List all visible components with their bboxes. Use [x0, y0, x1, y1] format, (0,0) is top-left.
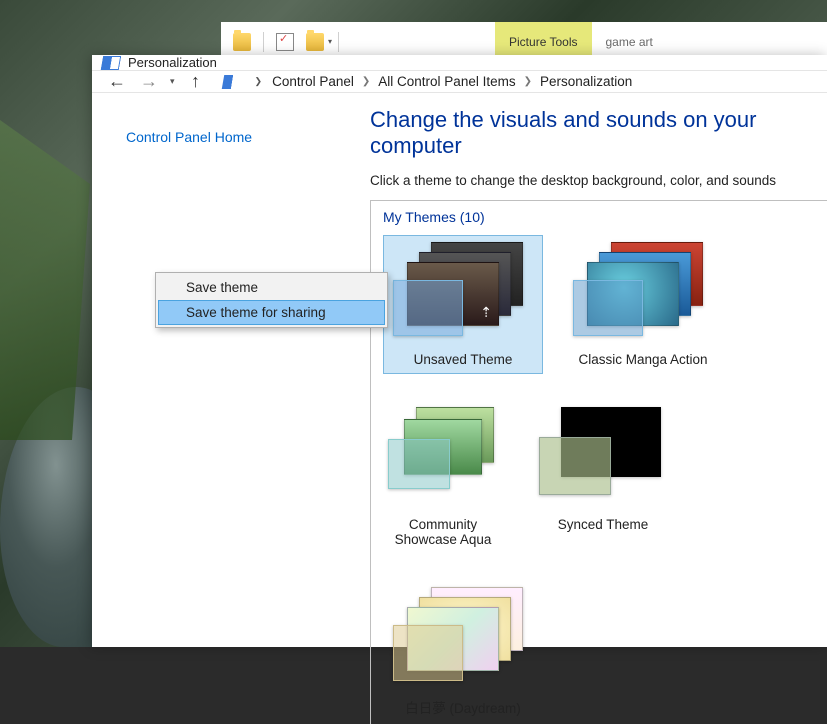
theme-unsaved[interactable]: ⇡ Unsaved Theme	[383, 235, 543, 374]
back-button[interactable]: ←	[106, 71, 128, 92]
section-my-themes: My Themes (10)	[383, 209, 827, 225]
theme-thumbnail	[573, 242, 713, 342]
cursor-icon: ⇡	[480, 304, 492, 321]
control-panel-home-link[interactable]: Control Panel Home	[126, 129, 252, 145]
context-menu: Save theme Save theme for sharing	[155, 272, 388, 328]
up-button[interactable]: ↑	[185, 71, 207, 92]
page-heading: Change the visuals and sounds on your co…	[370, 107, 827, 159]
content-area: Change the visuals and sounds on your co…	[362, 93, 827, 724]
page-subtext: Click a theme to change the desktop back…	[370, 173, 827, 188]
chevron-right-icon[interactable]: ❯	[362, 76, 370, 87]
breadcrumb-item[interactable]: Personalization	[540, 74, 632, 89]
forward-button: →	[138, 71, 160, 92]
theme-label: 白日夢 (Daydream)	[405, 697, 521, 717]
window-title: Personalization	[128, 55, 217, 70]
folder-icon[interactable]	[306, 33, 324, 51]
personalization-icon	[101, 56, 121, 70]
theme-classic-manga[interactable]: Classic Manga Action	[563, 235, 723, 374]
checkbox-icon[interactable]	[276, 33, 294, 51]
breadcrumb-item[interactable]: All Control Panel Items	[378, 74, 515, 89]
theme-daydream[interactable]: 白日夢 (Daydream)	[383, 580, 543, 724]
theme-label: Synced Theme	[558, 517, 649, 532]
breadcrumb-item[interactable]: Control Panel	[272, 74, 354, 89]
theme-synced[interactable]: Synced Theme	[523, 400, 683, 554]
theme-label: Classic Manga Action	[578, 352, 707, 367]
control-panel-icon[interactable]	[221, 75, 241, 89]
personalization-window: Personalization ← → ▾ ↑ ❯ Control Panel …	[92, 55, 827, 647]
theme-label: Unsaved Theme	[414, 352, 513, 367]
navigation-bar: ← → ▾ ↑ ❯ Control Panel ❯ All Control Pa…	[92, 70, 827, 93]
dropdown-caret-icon[interactable]: ▾	[328, 37, 332, 46]
theme-label: Community Showcase Aqua	[390, 517, 496, 547]
theme-thumbnail	[388, 407, 498, 507]
menu-save-theme[interactable]: Save theme	[158, 275, 385, 300]
menu-save-theme-sharing[interactable]: Save theme for sharing	[158, 300, 385, 325]
chevron-right-icon[interactable]: ❯	[255, 76, 263, 87]
separator	[263, 32, 264, 52]
history-dropdown-icon[interactable]: ▾	[170, 76, 175, 87]
theme-thumbnail	[393, 587, 533, 687]
themes-panel: My Themes (10) ⇡ Unsaved Theme	[370, 200, 827, 724]
theme-thumbnail: ⇡	[393, 242, 533, 342]
separator	[338, 32, 339, 52]
themes-grid: ⇡ Unsaved Theme Classic	[383, 235, 827, 724]
sidebar: Control Panel Home	[92, 93, 362, 724]
chevron-right-icon[interactable]: ❯	[524, 76, 532, 87]
breadcrumb: Control Panel ❯ All Control Panel Items …	[272, 74, 632, 89]
theme-thumbnail	[533, 407, 673, 507]
window-titlebar[interactable]: Personalization	[92, 55, 827, 70]
theme-community-aqua[interactable]: Community Showcase Aqua	[383, 400, 503, 554]
folder-icon[interactable]	[233, 33, 251, 51]
